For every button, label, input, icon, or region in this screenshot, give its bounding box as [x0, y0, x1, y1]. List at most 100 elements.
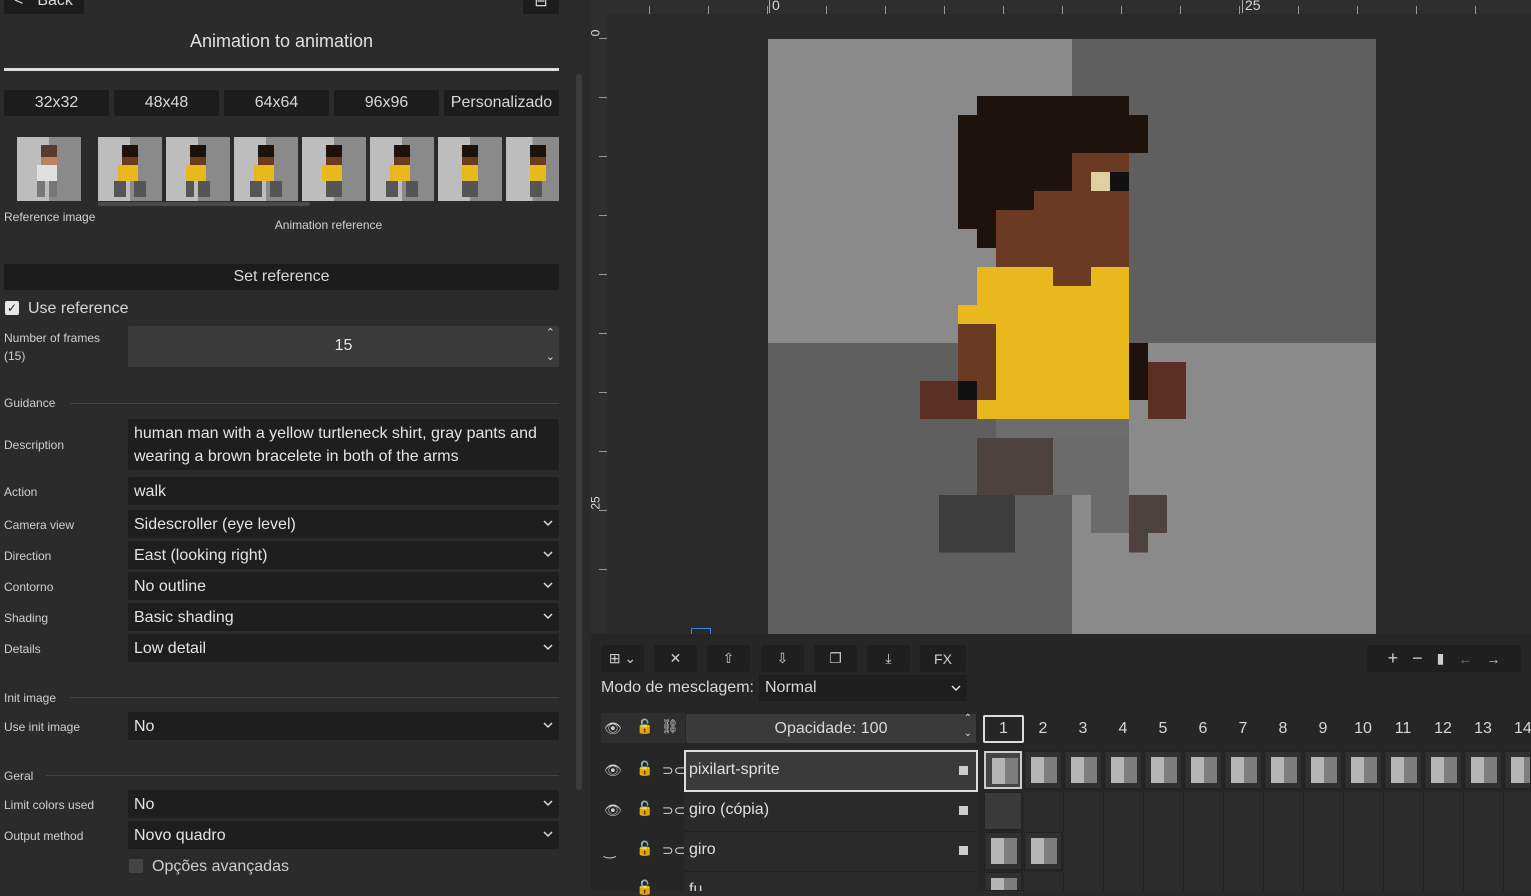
opacity-stepper[interactable]: Opacidade: 100 ⌃ ⌄ — [686, 713, 976, 743]
empty-cells-row[interactable] — [1064, 832, 1531, 872]
frame-cell[interactable] — [1504, 751, 1531, 789]
animation-frame-thumb[interactable] — [370, 137, 434, 201]
frame-header[interactable]: 10 — [1344, 715, 1382, 743]
frame-header[interactable]: 4 — [1104, 715, 1142, 743]
set-reference-button[interactable]: Set reference — [4, 264, 559, 290]
link-all-icon[interactable]: ⛓ — [661, 718, 679, 735]
frame-cell[interactable] — [1264, 751, 1302, 789]
remove-frame-icon[interactable]: − — [1412, 648, 1423, 669]
move-layer-down-button[interactable]: ⇩ — [761, 645, 804, 672]
frame-cell[interactable] — [1344, 751, 1382, 789]
sprite-canvas[interactable] — [768, 39, 1376, 648]
frame-cell[interactable] — [1384, 751, 1422, 789]
frame-cell[interactable] — [1024, 751, 1062, 789]
move-layer-up-button[interactable]: ⇧ — [707, 645, 750, 672]
layer-row[interactable] — [684, 832, 978, 872]
panel-scrollbar[interactable] — [576, 74, 582, 790]
move-right-icon[interactable]: → — [1486, 651, 1500, 667]
frame-header[interactable]: 12 — [1424, 715, 1462, 743]
animation-frame-thumb[interactable] — [302, 137, 366, 201]
animation-frame-thumb[interactable] — [438, 137, 502, 201]
frame-cell[interactable] — [1104, 751, 1142, 789]
size-32-button[interactable]: 32x32 — [4, 90, 109, 116]
output-method-select[interactable]: Novo quadro — [128, 821, 559, 849]
link-icon[interactable]: ⊃⊂ — [662, 842, 685, 859]
frame-cell[interactable] — [1024, 832, 1062, 870]
delete-layer-button[interactable]: ✕ — [654, 645, 697, 672]
direction-select[interactable]: East (looking right) — [128, 541, 559, 569]
action-field[interactable]: walk — [128, 477, 559, 505]
limit-colors-select[interactable]: No — [128, 790, 559, 818]
lock-icon[interactable]: 🔓 — [636, 760, 653, 777]
animation-frame-thumb[interactable] — [506, 137, 559, 201]
frame-header[interactable]: 9 — [1304, 715, 1342, 743]
size-48-button[interactable]: 48x48 — [114, 90, 219, 116]
frame-header[interactable]: 7 — [1224, 715, 1262, 743]
frames-stepper[interactable]: 15 ⌃ ⌄ — [128, 326, 559, 367]
frame-cell[interactable] — [1464, 751, 1502, 789]
frame-header[interactable]: 1 — [983, 715, 1024, 743]
frame-cell[interactable] — [1304, 751, 1342, 789]
help-book-button[interactable]: ⊟ — [523, 0, 559, 14]
frame-header[interactable]: 11 — [1384, 715, 1422, 743]
camera-select[interactable]: Sidescroller (eye level) — [128, 510, 559, 538]
blend-mode-select[interactable]: Normal — [759, 675, 967, 701]
advanced-options-checkbox[interactable] — [129, 859, 143, 873]
animation-frame-thumb[interactable] — [166, 137, 230, 201]
visibility-icon[interactable]: 👁 — [604, 802, 622, 819]
back-button[interactable]: < Back — [4, 0, 84, 14]
visibility-all-icon[interactable]: 👁 — [604, 720, 622, 737]
frame-header[interactable]: 6 — [1184, 715, 1222, 743]
chevron-down-icon[interactable]: ⌄ — [964, 728, 972, 739]
reference-image[interactable] — [17, 137, 81, 201]
frame-cell-selected[interactable] — [984, 751, 1022, 789]
fx-button[interactable]: FX — [920, 645, 966, 672]
duplicate-layer-button[interactable]: ❐ — [814, 645, 857, 672]
size-64-button[interactable]: 64x64 — [224, 90, 329, 116]
size-96-button[interactable]: 96x96 — [334, 90, 439, 116]
outline-select[interactable]: No outline — [128, 572, 559, 600]
animation-frame-thumb[interactable] — [234, 137, 298, 201]
empty-cells-row[interactable] — [1024, 792, 1531, 832]
frame-header[interactable]: 2 — [1024, 715, 1062, 743]
chevron-up-icon[interactable]: ⌃ — [964, 713, 972, 724]
lock-icon[interactable]: 🔓 — [636, 800, 653, 817]
frame-cell[interactable] — [984, 832, 1022, 870]
animation-frame-thumb[interactable] — [98, 137, 162, 201]
move-left-icon[interactable]: ← — [1458, 651, 1472, 667]
frame-cell[interactable] — [984, 872, 1022, 891]
lock-icon[interactable]: 🔓 — [636, 840, 653, 857]
frame-header[interactable]: 3 — [1064, 715, 1102, 743]
use-reference-checkbox[interactable]: ✓ — [5, 301, 19, 315]
lock-icon[interactable]: 🔓 — [636, 879, 653, 896]
description-field[interactable]: human man with a yellow turtleneck shirt… — [128, 419, 559, 470]
frame-cell[interactable] — [1424, 751, 1462, 789]
frame-header[interactable]: 14 — [1502, 715, 1531, 743]
details-select[interactable]: Low detail — [128, 634, 559, 662]
copy-frame-icon[interactable]: ▮ — [1437, 650, 1445, 667]
merge-down-button[interactable]: ⤓ — [867, 645, 910, 672]
add-layer-button[interactable]: ⊞ ⌄ — [601, 645, 644, 672]
hidden-visibility-icon[interactable]: ‿ — [604, 842, 615, 859]
frame-cell[interactable] — [1184, 751, 1222, 789]
link-icon[interactable]: ⊃⊂ — [662, 762, 685, 779]
thumbs-scrollbar[interactable] — [98, 202, 310, 206]
frame-cell[interactable] — [1224, 751, 1262, 789]
lock-all-icon[interactable]: 🔓 — [636, 718, 653, 735]
chevron-up-icon[interactable]: ⌃ — [546, 326, 555, 339]
size-custom-button[interactable]: Personalizado — [444, 90, 559, 116]
chevron-down-icon[interactable]: ⌄ — [546, 350, 555, 363]
layer-row[interactable]: fu — [684, 872, 978, 891]
frame-header[interactable]: 5 — [1144, 715, 1182, 743]
add-frame-icon[interactable]: + — [1388, 648, 1399, 669]
empty-cells-row[interactable] — [1024, 872, 1531, 891]
visibility-icon[interactable]: 👁 — [604, 762, 622, 779]
use-init-select[interactable]: No — [128, 712, 559, 740]
frame-cell[interactable] — [1144, 751, 1182, 789]
frame-header[interactable]: 8 — [1264, 715, 1302, 743]
frame-cell[interactable] — [984, 792, 1022, 830]
frame-header[interactable]: 13 — [1464, 715, 1502, 743]
frame-cell[interactable] — [1064, 751, 1102, 789]
shading-select[interactable]: Basic shading — [128, 603, 559, 631]
link-icon[interactable]: ⊃⊂ — [662, 802, 685, 819]
